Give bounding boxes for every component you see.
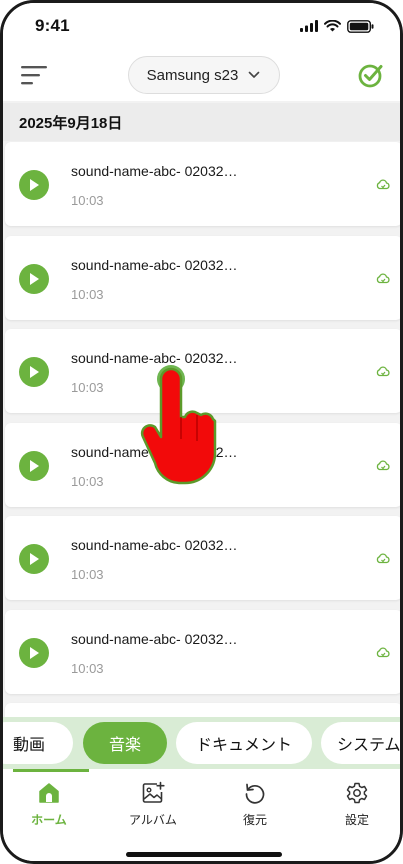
home-icon (39, 783, 59, 803)
sound-list-item[interactable]: sound-name-abc- 02032… 10:03 (5, 516, 400, 600)
sound-time: 10:03 (71, 380, 104, 395)
status-icons (300, 19, 374, 33)
sound-name: sound-name-abc- 02032… (71, 350, 238, 366)
play-icon (30, 273, 39, 285)
restore-icon (245, 783, 265, 804)
sound-name: sound-name-abc- 02032… (71, 631, 238, 647)
cloud-sync-icon (376, 647, 390, 658)
sound-list-item[interactable]: sound-name-abc- 02032… 10:03 (5, 142, 400, 226)
play-button[interactable] (19, 170, 49, 200)
status-bar: 9:41 (3, 3, 400, 49)
signal-icon (300, 20, 318, 32)
nav-tab-restore[interactable]: 復元 (215, 781, 295, 828)
cloud-sync-icon (376, 553, 390, 564)
category-chip-documents[interactable]: ドキュメント (176, 722, 312, 764)
sound-list-item[interactable]: sound-name-abc- 02032… 10:03 (5, 329, 400, 413)
sound-name: sound-name-abc- 02032… (71, 163, 238, 179)
sound-time: 10:03 (71, 287, 104, 302)
cloud-sync-icon (376, 179, 390, 190)
device-selector[interactable]: Samsung s23 (127, 56, 280, 94)
settings-gear-icon (346, 782, 368, 804)
play-icon (30, 179, 39, 191)
date-section-header: 2025年9月18日 (3, 103, 400, 141)
play-icon (30, 460, 39, 472)
cloud-sync-icon (376, 460, 390, 471)
album-add-icon (142, 781, 165, 803)
device-name: Samsung s23 (146, 66, 239, 84)
sound-list-item-partial[interactable] (5, 703, 400, 717)
nav-label-home: ホーム (31, 813, 67, 827)
sound-list-item[interactable]: sound-name-abc- 02032… 10:03 (5, 423, 400, 507)
category-chip-video[interactable]: 動画 (3, 722, 73, 764)
category-filter-bar: 動画 音楽 ドキュメント システム (3, 717, 400, 769)
play-icon (30, 553, 39, 565)
sound-time: 10:03 (71, 567, 104, 582)
play-icon (30, 647, 39, 659)
sound-time: 10:03 (71, 474, 104, 489)
play-button[interactable] (19, 264, 49, 294)
cloud-sync-icon (376, 273, 390, 284)
nav-label-settings: 設定 (344, 813, 369, 827)
sound-list: sound-name-abc- 02032… 10:03 sound-name-… (3, 141, 400, 717)
play-icon (30, 366, 39, 378)
status-time: 9:41 (35, 16, 70, 35)
sound-name: sound-name-abc- 02032… (71, 444, 238, 460)
check-circle-icon[interactable] (358, 62, 384, 88)
hamburger-icon[interactable] (21, 63, 49, 87)
sound-name: sound-name-abc- 02032… (71, 537, 238, 553)
play-button[interactable] (19, 357, 49, 387)
play-button[interactable] (19, 544, 49, 574)
nav-label-restore: 復元 (242, 813, 267, 827)
sound-name: sound-name-abc- 02032… (71, 257, 238, 273)
nav-label-album: アルバム (129, 813, 177, 827)
nav-tab-album[interactable]: アルバム (113, 781, 193, 828)
phone-frame: 9:41 Samsung s23 2025年9月18日 sound-name-a… (0, 0, 403, 864)
category-chip-music[interactable]: 音楽 (83, 722, 167, 764)
nav-tab-settings[interactable]: 設定 (317, 781, 397, 828)
home-indicator-bar (126, 852, 282, 857)
play-button[interactable] (19, 638, 49, 668)
bottom-navigation: ホーム アルバム 復元 設定 (3, 769, 400, 861)
category-chip-system[interactable]: システム (321, 722, 400, 764)
sound-time: 10:03 (71, 661, 104, 676)
app-header: Samsung s23 (3, 49, 400, 101)
play-button[interactable] (19, 451, 49, 481)
nav-tab-home[interactable]: ホーム (9, 781, 89, 828)
sound-list-item[interactable]: sound-name-abc- 02032… 10:03 (5, 610, 400, 694)
wifi-icon (324, 20, 341, 32)
cloud-sync-icon (376, 366, 390, 377)
battery-icon (347, 19, 374, 33)
sound-list-item[interactable]: sound-name-abc- 02032… 10:03 (5, 236, 400, 320)
chevron-down-icon (249, 71, 260, 78)
active-tab-indicator (13, 769, 89, 772)
sound-time: 10:03 (71, 193, 104, 208)
